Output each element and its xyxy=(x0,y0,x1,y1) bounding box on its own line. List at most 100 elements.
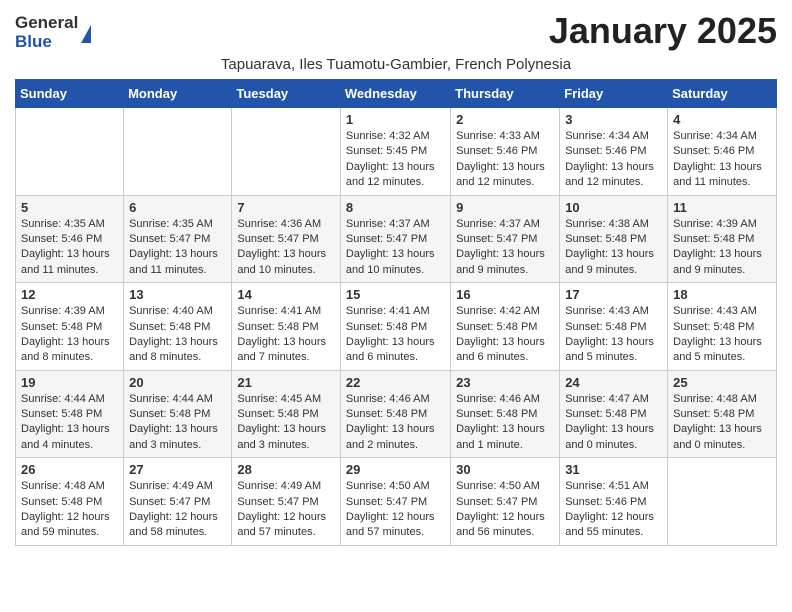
logo-blue: Blue xyxy=(15,33,78,52)
header-monday: Monday xyxy=(124,80,232,108)
month-title: January 2025 xyxy=(549,10,777,52)
day-number: 27 xyxy=(129,462,226,477)
title-block: January 2025 xyxy=(549,10,777,52)
calendar-cell: 8 Sunrise: 4:37 AM Sunset: 5:47 PM Daylig… xyxy=(340,195,450,283)
day-number: 17 xyxy=(565,287,662,302)
day-info: Sunrise: 4:34 AM Sunset: 5:46 PM Dayligh… xyxy=(565,129,662,191)
day-info: Sunrise: 4:34 AM Sunset: 5:46 PM Dayligh… xyxy=(673,129,771,191)
day-number: 15 xyxy=(346,287,445,302)
header-wednesday: Wednesday xyxy=(340,80,450,108)
day-info: Sunrise: 4:35 AM Sunset: 5:46 PM Dayligh… xyxy=(21,217,118,279)
day-info: Sunrise: 4:42 AM Sunset: 5:48 PM Dayligh… xyxy=(456,304,554,366)
day-info: Sunrise: 4:39 AM Sunset: 5:48 PM Dayligh… xyxy=(673,217,771,279)
calendar-week-1: 5 Sunrise: 4:35 AM Sunset: 5:46 PM Daylig… xyxy=(16,195,777,283)
calendar-cell: 10 Sunrise: 4:38 AM Sunset: 5:48 PM Dayli… xyxy=(560,195,668,283)
day-number: 28 xyxy=(237,462,335,477)
calendar-cell: 31Sunrise: 4:51 AM Sunset: 5:46 PM Dayli… xyxy=(560,458,668,546)
calendar-cell: 28 Sunrise: 4:49 AM Sunset: 5:47 PM Dayli… xyxy=(232,458,341,546)
day-info: Sunrise: 4:39 AM Sunset: 5:48 PM Dayligh… xyxy=(21,304,118,366)
calendar-cell: 21Sunrise: 4:45 AM Sunset: 5:48 PM Dayli… xyxy=(232,370,341,458)
day-info: Sunrise: 4:41 AM Sunset: 5:48 PM Dayligh… xyxy=(237,304,335,366)
calendar-cell xyxy=(16,108,124,196)
calendar-cell: 6 Sunrise: 4:35 AM Sunset: 5:47 PM Daylig… xyxy=(124,195,232,283)
day-number: 6 xyxy=(129,200,226,215)
logo-text: General Blue xyxy=(15,14,78,51)
header-sunday: Sunday xyxy=(16,80,124,108)
day-info: Sunrise: 4:37 AM Sunset: 5:47 PM Dayligh… xyxy=(346,217,445,279)
day-number: 25 xyxy=(673,375,771,390)
calendar-cell: 5 Sunrise: 4:35 AM Sunset: 5:46 PM Daylig… xyxy=(16,195,124,283)
calendar-cell: 11 Sunrise: 4:39 AM Sunset: 5:48 PM Dayli… xyxy=(668,195,777,283)
calendar-cell: 24 Sunrise: 4:47 AM Sunset: 5:48 PM Dayli… xyxy=(560,370,668,458)
subtitle: Tapuarava, Iles Tuamotu-Gambier, French … xyxy=(15,56,777,73)
calendar-cell xyxy=(232,108,341,196)
calendar-cell: 14 Sunrise: 4:41 AM Sunset: 5:48 PM Dayli… xyxy=(232,283,341,371)
calendar-cell: 30Sunrise: 4:50 AM Sunset: 5:47 PM Dayli… xyxy=(451,458,560,546)
day-number: 22 xyxy=(346,375,445,390)
calendar-table: Sunday Monday Tuesday Wednesday Thursday… xyxy=(15,79,777,546)
day-number: 10 xyxy=(565,200,662,215)
day-number: 12 xyxy=(21,287,118,302)
calendar-cell: 25 Sunrise: 4:48 AM Sunset: 5:48 PM Dayli… xyxy=(668,370,777,458)
calendar-cell xyxy=(668,458,777,546)
day-info: Sunrise: 4:48 AM Sunset: 5:48 PM Dayligh… xyxy=(673,392,771,454)
day-info: Sunrise: 4:48 AM Sunset: 5:48 PM Dayligh… xyxy=(21,479,118,541)
calendar-cell: 22 Sunrise: 4:46 AM Sunset: 5:48 PM Dayli… xyxy=(340,370,450,458)
calendar-cell: 3 Sunrise: 4:34 AM Sunset: 5:46 PM Daylig… xyxy=(560,108,668,196)
day-info: Sunrise: 4:38 AM Sunset: 5:48 PM Dayligh… xyxy=(565,217,662,279)
calendar-cell: 17 Sunrise: 4:43 AM Sunset: 5:48 PM Dayli… xyxy=(560,283,668,371)
day-number: 24 xyxy=(565,375,662,390)
day-number: 31 xyxy=(565,462,662,477)
day-info: Sunrise: 4:35 AM Sunset: 5:47 PM Dayligh… xyxy=(129,217,226,279)
calendar-cell: 13 Sunrise: 4:40 AM Sunset: 5:48 PM Dayli… xyxy=(124,283,232,371)
day-number: 21 xyxy=(237,375,335,390)
day-number: 8 xyxy=(346,200,445,215)
day-info: Sunrise: 4:37 AM Sunset: 5:47 PM Dayligh… xyxy=(456,217,554,279)
header-saturday: Saturday xyxy=(668,80,777,108)
day-info: Sunrise: 4:36 AM Sunset: 5:47 PM Dayligh… xyxy=(237,217,335,279)
calendar-cell: 18 Sunrise: 4:43 AM Sunset: 5:48 PM Dayli… xyxy=(668,283,777,371)
day-info: Sunrise: 4:49 AM Sunset: 5:47 PM Dayligh… xyxy=(237,479,335,541)
header-row: Sunday Monday Tuesday Wednesday Thursday… xyxy=(16,80,777,108)
calendar-cell: 26Sunrise: 4:48 AM Sunset: 5:48 PM Dayli… xyxy=(16,458,124,546)
day-number: 4 xyxy=(673,112,771,127)
calendar-cell: 12 Sunrise: 4:39 AM Sunset: 5:48 PM Dayli… xyxy=(16,283,124,371)
day-number: 9 xyxy=(456,200,554,215)
day-info: Sunrise: 4:50 AM Sunset: 5:47 PM Dayligh… xyxy=(346,479,445,541)
day-number: 20 xyxy=(129,375,226,390)
day-info: Sunrise: 4:44 AM Sunset: 5:48 PM Dayligh… xyxy=(21,392,118,454)
day-number: 2 xyxy=(456,112,554,127)
calendar-week-2: 12 Sunrise: 4:39 AM Sunset: 5:48 PM Dayli… xyxy=(16,283,777,371)
day-number: 18 xyxy=(673,287,771,302)
calendar-cell: 16Sunrise: 4:42 AM Sunset: 5:48 PM Dayli… xyxy=(451,283,560,371)
calendar-cell: 29 Sunrise: 4:50 AM Sunset: 5:47 PM Dayli… xyxy=(340,458,450,546)
day-info: Sunrise: 4:46 AM Sunset: 5:48 PM Dayligh… xyxy=(346,392,445,454)
day-info: Sunrise: 4:41 AM Sunset: 5:48 PM Dayligh… xyxy=(346,304,445,366)
day-number: 7 xyxy=(237,200,335,215)
day-info: Sunrise: 4:43 AM Sunset: 5:48 PM Dayligh… xyxy=(565,304,662,366)
calendar-cell: 4 Sunrise: 4:34 AM Sunset: 5:46 PM Daylig… xyxy=(668,108,777,196)
header-friday: Friday xyxy=(560,80,668,108)
day-number: 3 xyxy=(565,112,662,127)
day-number: 11 xyxy=(673,200,771,215)
day-number: 14 xyxy=(237,287,335,302)
calendar-cell: 15 Sunrise: 4:41 AM Sunset: 5:48 PM Dayli… xyxy=(340,283,450,371)
day-number: 29 xyxy=(346,462,445,477)
day-info: Sunrise: 4:33 AM Sunset: 5:46 PM Dayligh… xyxy=(456,129,554,191)
calendar-cell: 7 Sunrise: 4:36 AM Sunset: 5:47 PM Daylig… xyxy=(232,195,341,283)
day-info: Sunrise: 4:43 AM Sunset: 5:48 PM Dayligh… xyxy=(673,304,771,366)
day-info: Sunrise: 4:40 AM Sunset: 5:48 PM Dayligh… xyxy=(129,304,226,366)
calendar-cell: 2 Sunrise: 4:33 AM Sunset: 5:46 PM Daylig… xyxy=(451,108,560,196)
calendar-week-3: 19Sunrise: 4:44 AM Sunset: 5:48 PM Dayli… xyxy=(16,370,777,458)
page-header: General Blue January 2025 xyxy=(15,10,777,52)
calendar-header: Sunday Monday Tuesday Wednesday Thursday… xyxy=(16,80,777,108)
calendar-cell: 23Sunrise: 4:46 AM Sunset: 5:48 PM Dayli… xyxy=(451,370,560,458)
day-info: Sunrise: 4:47 AM Sunset: 5:48 PM Dayligh… xyxy=(565,392,662,454)
day-number: 5 xyxy=(21,200,118,215)
calendar-body: 1Sunrise: 4:32 AM Sunset: 5:45 PM Daylig… xyxy=(16,108,777,546)
day-number: 13 xyxy=(129,287,226,302)
calendar-cell: 20 Sunrise: 4:44 AM Sunset: 5:48 PM Dayli… xyxy=(124,370,232,458)
logo: General Blue xyxy=(15,14,91,51)
day-info: Sunrise: 4:44 AM Sunset: 5:48 PM Dayligh… xyxy=(129,392,226,454)
day-info: Sunrise: 4:50 AM Sunset: 5:47 PM Dayligh… xyxy=(456,479,554,541)
